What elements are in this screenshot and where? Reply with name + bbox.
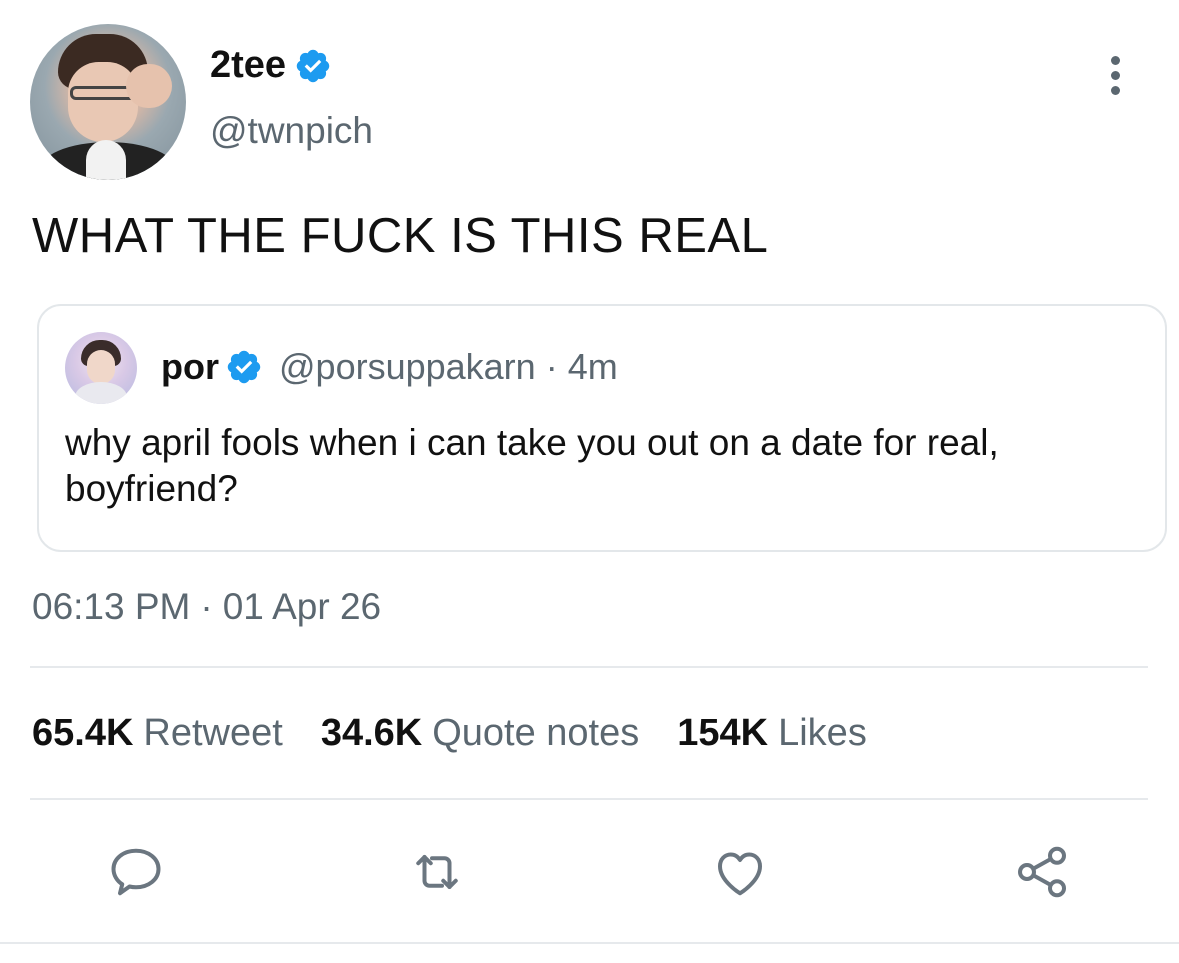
divider	[30, 798, 1148, 800]
retweets-label: Retweet	[143, 712, 283, 754]
author-handle[interactable]: @twnpich	[210, 110, 373, 152]
quotes-label: Quote notes	[432, 712, 640, 754]
quotes-stat[interactable]: 34.6K Quote notes	[321, 712, 639, 755]
retweets-stat[interactable]: 65.4K Retweet	[32, 712, 283, 755]
more-vertical-icon[interactable]	[1104, 56, 1126, 96]
author-name-row: 2tee	[210, 44, 332, 87]
verified-badge-icon	[227, 350, 261, 384]
verified-badge-icon	[296, 49, 330, 82]
likes-count: 154K	[677, 712, 769, 754]
divider	[0, 942, 1179, 944]
action-bar	[0, 842, 1179, 902]
quoted-handle: @porsuppakarn	[279, 346, 536, 387]
engagement-stats: 65.4K Retweet 34.6K Quote notes 154K Likes	[32, 712, 867, 755]
author-display-name[interactable]: 2tee	[210, 44, 286, 87]
quoted-tweet-text: why april fools when i can take you out …	[65, 422, 999, 509]
quotes-count: 34.6K	[320, 712, 423, 754]
tweet-date: 01 Apr 26	[222, 586, 382, 627]
quoted-tweet-card[interactable]: por @porsuppakarn · 4m why april fools w…	[37, 304, 1167, 552]
share-icon[interactable]	[1012, 842, 1072, 902]
reply-icon[interactable]	[106, 842, 166, 902]
heart-icon[interactable]	[710, 842, 770, 902]
likes-label: Likes	[778, 712, 867, 754]
likes-stat[interactable]: 154K Likes	[677, 712, 867, 755]
quoted-separator: ·	[545, 346, 558, 387]
author-avatar[interactable]	[30, 24, 186, 180]
tweet-text: WHAT THE FUCK IS THIS REAL	[32, 209, 769, 263]
divider	[30, 666, 1148, 668]
retweets-count: 65.4K	[32, 712, 134, 754]
quoted-tweet-header: por @porsuppakarn · 4m	[161, 346, 618, 388]
quoted-author-avatar	[65, 332, 137, 404]
retweet-icon[interactable]	[407, 842, 467, 902]
tweet-time: 06:13 PM	[32, 586, 191, 627]
timestamp-separator: ·	[200, 586, 213, 627]
quoted-time: 4m	[567, 346, 618, 387]
tweet-timestamp: 06:13 PM · 01 Apr 26	[32, 586, 381, 628]
quoted-display-name: por	[161, 346, 219, 387]
